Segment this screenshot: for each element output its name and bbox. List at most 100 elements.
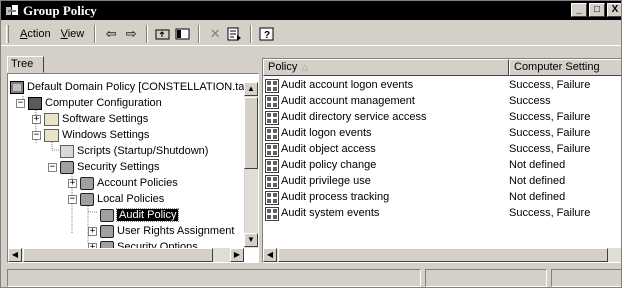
toolbar-separator xyxy=(94,24,97,43)
menu-view[interactable]: View xyxy=(56,26,90,42)
list-horizontal-scrollbar[interactable]: ◀ xyxy=(263,248,621,262)
column-header-computer-setting[interactable]: Computer Setting xyxy=(509,59,621,76)
collapse-toggle[interactable]: − xyxy=(68,194,77,204)
scroll-left-button[interactable]: ◀ xyxy=(8,248,22,262)
minimize-button[interactable]: _ xyxy=(571,3,587,17)
help-icon[interactable]: ? xyxy=(257,25,277,43)
maximize-button[interactable]: □ xyxy=(589,3,605,17)
status-panel-main xyxy=(7,269,421,287)
tree-item-software-settings[interactable]: + Software Settings xyxy=(32,111,148,127)
scroll-thumb[interactable] xyxy=(244,97,258,169)
tree-horizontal-scrollbar[interactable]: ◀ ▶ xyxy=(8,248,244,262)
scroll-right-button[interactable]: ▶ xyxy=(230,248,244,262)
delete-icon[interactable]: ✕ xyxy=(205,25,225,43)
tree-item-label: Local Policies xyxy=(97,193,165,205)
toolbar-grip[interactable] xyxy=(6,24,9,43)
tree-item-local-policies[interactable]: − Local Policies xyxy=(68,191,164,207)
title-bar[interactable]: Group Policy _ □ X xyxy=(1,1,621,20)
tree-item-scripts[interactable]: Scripts (Startup/Shutdown) xyxy=(60,143,208,159)
list-row[interactable]: Audit system events Success, Failure xyxy=(263,206,621,222)
tree-item-label: Default Domain Policy [CONSTELLATION.tac xyxy=(27,81,250,93)
menu-view-accel: V xyxy=(60,27,68,40)
list-row[interactable]: Audit account management Success xyxy=(263,94,621,110)
gear-icon xyxy=(100,224,114,238)
policy-item-icon xyxy=(265,191,279,205)
policy-item-icon xyxy=(265,95,279,109)
policy-name: Audit logon events xyxy=(281,127,372,139)
close-button[interactable]: X xyxy=(607,3,621,17)
column-header-policy[interactable]: Policy △ xyxy=(263,59,509,76)
policy-name: Audit directory service access xyxy=(281,111,427,123)
tree-item-label: Security Settings xyxy=(77,161,160,173)
computer-setting: Success, Failure xyxy=(509,111,591,123)
folder-icon xyxy=(44,128,59,142)
gear-icon xyxy=(80,176,94,190)
computer-setting: Success, Failure xyxy=(509,143,591,155)
scroll-up-button[interactable]: ▲ xyxy=(244,82,258,96)
status-panel-2 xyxy=(425,269,547,287)
tree-vertical-scrollbar[interactable]: ▲ ▼ xyxy=(244,82,258,248)
computer-setting: Not defined xyxy=(509,175,566,187)
tab-tree[interactable]: Tree xyxy=(7,56,44,73)
scroll-thumb[interactable] xyxy=(278,248,608,262)
menu-action-label: ction xyxy=(27,27,51,40)
back-arrow-icon[interactable]: ⇦ xyxy=(101,25,121,43)
tree-item-label: Account Policies xyxy=(97,177,178,189)
toolbar-separator xyxy=(146,24,149,43)
forward-arrow-icon[interactable]: ⇨ xyxy=(121,25,141,43)
expand-toggle[interactable]: + xyxy=(32,114,41,124)
policy-item-icon xyxy=(265,127,279,141)
group-policy-icon xyxy=(5,4,19,18)
policy-name: Audit account management xyxy=(281,95,415,107)
status-bar xyxy=(1,267,621,287)
list-row[interactable]: Audit object access Success, Failure xyxy=(263,142,621,158)
computer-setting: Success, Failure xyxy=(509,127,591,139)
list-row[interactable]: Audit process tracking Not defined xyxy=(263,190,621,206)
tree-item-security-settings[interactable]: − Security Settings xyxy=(48,159,160,175)
policy-name: Audit account logon events xyxy=(281,79,414,91)
list-row[interactable]: Audit account logon events Success, Failu… xyxy=(263,78,621,94)
list-row[interactable]: Audit logon events Success, Failure xyxy=(263,126,621,142)
policy-item-icon xyxy=(265,143,279,157)
export-list-icon[interactable] xyxy=(225,25,245,43)
list-row[interactable]: Audit policy change Not defined xyxy=(263,158,621,174)
tree-item-audit-policy[interactable]: Audit Policy xyxy=(100,207,180,223)
scroll-left-button[interactable]: ◀ xyxy=(263,248,277,262)
collapse-toggle[interactable]: − xyxy=(32,130,41,140)
list-row[interactable]: Audit privilege use Not defined xyxy=(263,174,621,190)
show-hide-tree-icon[interactable] xyxy=(173,25,193,43)
toolbar-separator xyxy=(198,24,201,43)
group-policy-window: Group Policy _ □ X Action View ⇦ ⇨ ✕ ? T… xyxy=(0,0,622,288)
tree-item-label: User Rights Assignment xyxy=(117,225,235,237)
policy-icon xyxy=(10,80,24,94)
window-title: Group Policy xyxy=(23,2,97,18)
policy-name: Audit process tracking xyxy=(281,191,390,203)
collapse-toggle[interactable]: − xyxy=(16,98,25,108)
tree-item-label: Scripts (Startup/Shutdown) xyxy=(77,145,209,157)
column-header-label: Policy xyxy=(268,61,298,73)
gear-icon xyxy=(100,208,114,222)
up-folder-icon[interactable] xyxy=(153,25,173,43)
status-panel-3 xyxy=(551,269,621,287)
tree-item-default-domain-policy[interactable]: Default Domain Policy [CONSTELLATION.tac xyxy=(10,79,250,95)
policy-name: Audit object access xyxy=(281,143,376,155)
expand-toggle[interactable]: + xyxy=(68,178,77,188)
list-row[interactable]: Audit directory service access Success, F… xyxy=(263,110,621,126)
policy-list-pane: Policy △ Computer Setting Audit account l… xyxy=(262,58,621,263)
policy-name: Audit system events xyxy=(281,207,380,219)
policy-item-icon xyxy=(265,111,279,125)
tree-pane: Default Domain Policy [CONSTELLATION.tac… xyxy=(7,73,259,263)
menu-action[interactable]: Action xyxy=(15,26,56,42)
computer-setting: Success, Failure xyxy=(509,207,591,219)
scroll-down-button[interactable]: ▼ xyxy=(244,233,258,247)
tree-item-computer-configuration[interactable]: − Computer Configuration xyxy=(16,95,162,111)
tree-item-label: Computer Configuration xyxy=(45,97,162,109)
tree-item-user-rights-assignment[interactable]: + User Rights Assignment xyxy=(88,223,234,239)
tree-item-account-policies[interactable]: + Account Policies xyxy=(68,175,178,191)
expand-toggle[interactable]: + xyxy=(88,226,97,236)
menu-view-label: iew xyxy=(67,27,85,40)
collapse-toggle[interactable]: − xyxy=(48,162,57,172)
scroll-thumb[interactable] xyxy=(23,248,213,262)
policy-item-icon xyxy=(265,159,279,173)
tree-item-windows-settings[interactable]: − Windows Settings xyxy=(32,127,149,143)
